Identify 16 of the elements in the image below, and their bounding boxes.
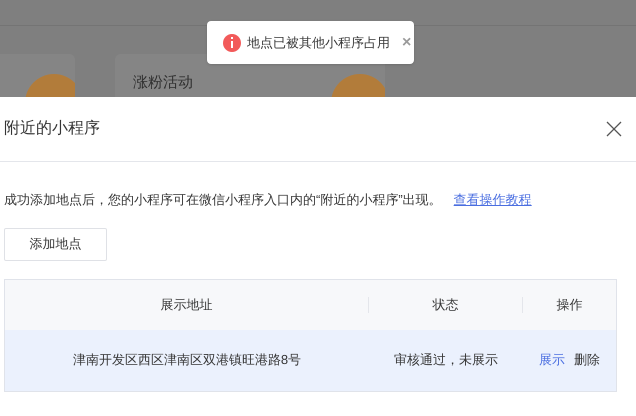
column-header: 状态: [432, 296, 458, 314]
dialog-title: 附近的小程序: [4, 118, 100, 139]
column-header: 展示地址: [160, 296, 212, 314]
toast-message: 地点已被其他小程序占用: [247, 34, 390, 52]
address-cell-text: 津南开发区西区津南区双港镇旺港路8号: [72, 351, 302, 370]
table-row[interactable]: 津南开发区西区津南区双港镇旺港路8号 审核通过，未展示 展示 删除: [5, 330, 616, 390]
column-header: 操作: [556, 296, 582, 314]
close-icon[interactable]: [606, 121, 622, 137]
card-title: 涨粉活动: [133, 73, 193, 93]
add-location-button[interactable]: 添加地点: [4, 228, 107, 260]
action-link[interactable]: 展示: [539, 350, 565, 370]
action-link[interactable]: 删除: [574, 350, 600, 370]
tutorial-link[interactable]: 查看操作教程: [454, 190, 532, 210]
status-cell-text: 审核通过，未展示: [394, 351, 498, 370]
description-text: 成功添加地点后，您的小程序可在微信小程序入口内的“附近的小程序”出现。: [4, 191, 442, 209]
info-icon: [223, 34, 241, 52]
